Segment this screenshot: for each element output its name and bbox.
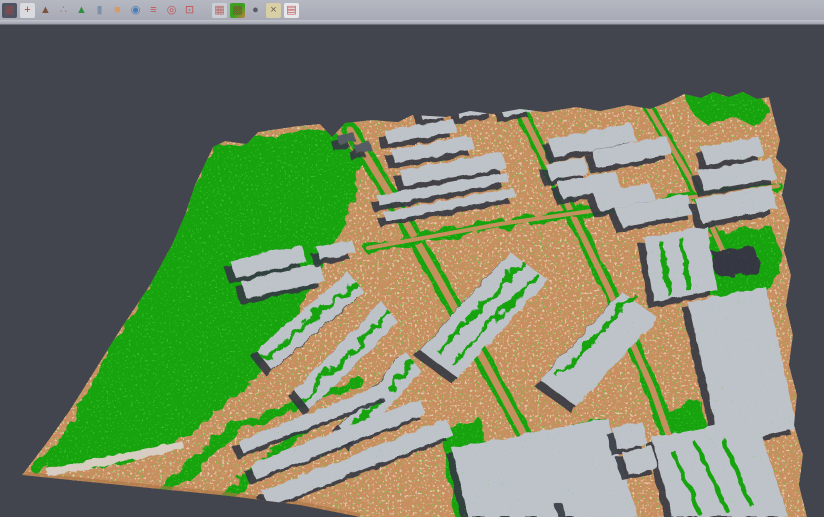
orthophoto-icon[interactable]: ■	[110, 3, 125, 18]
column-chart-icon[interactable]: ▮	[92, 3, 107, 18]
dem-terrain-icon[interactable]: ▲	[74, 3, 89, 18]
map-cross-icon[interactable]: ×	[266, 3, 281, 18]
viewport-3d[interactable]	[0, 25, 824, 517]
dark-sphere-icon[interactable]: ●	[248, 3, 263, 18]
layer-stack-icon[interactable]: ≡	[146, 3, 161, 18]
crop-bounds-icon[interactable]: ⊡	[182, 3, 197, 18]
align-markers-icon[interactable]: +	[20, 3, 35, 18]
terrain-brown-icon[interactable]: ▲	[38, 3, 53, 18]
striped-flag-icon[interactable]: ▤	[284, 3, 299, 18]
globe-icon[interactable]: ◉	[128, 3, 143, 18]
grid-red-icon[interactable]: ▦	[212, 3, 227, 18]
main-toolbar: ▦+▲∴▲▮■◉≡◎⊡▦▩●×▤	[0, 0, 824, 20]
target-ring-icon[interactable]: ◎	[164, 3, 179, 18]
classified-map-icon[interactable]: ▩	[230, 3, 245, 18]
selection-grid-icon[interactable]: ▦	[2, 3, 17, 18]
point-cloud-icon[interactable]: ∴	[56, 3, 71, 18]
